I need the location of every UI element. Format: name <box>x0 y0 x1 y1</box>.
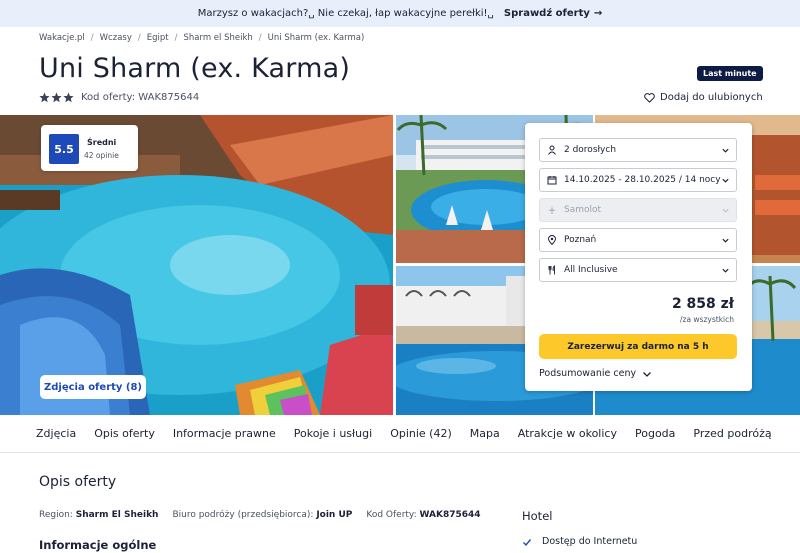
code-value: WAK875644 <box>419 510 481 520</box>
offer-photos-button[interactable]: Zdjęcia oferty (8) <box>40 375 146 399</box>
page-title: Uni Sharm (ex. Karma) <box>39 53 351 84</box>
tab-rooms-services[interactable]: Pokoje i usługi <box>294 427 372 440</box>
breadcrumb-separator: / <box>258 33 262 43</box>
add-to-favorites-label: Dodaj do ulubionych <box>660 92 763 103</box>
hotel-stars <box>39 92 74 103</box>
rating-card[interactable]: 5.5 Średni 42 opinie <box>41 125 138 171</box>
region-info: Region: Sharm El Sheikh <box>39 510 158 520</box>
tab-legal-info[interactable]: Informacje prawne <box>173 427 276 440</box>
board-select[interactable]: All Inclusive <box>539 258 737 282</box>
chevron-down-icon <box>722 238 729 243</box>
travelers-select[interactable]: 2 dorosłych <box>539 138 737 162</box>
dates-select[interactable]: 14.10.2025 - 28.10.2025 / 14 nocy <box>539 168 737 192</box>
region-value: Sharm El Sheikh <box>75 510 159 520</box>
heart-icon <box>644 92 655 103</box>
travelers-value: 2 dorosłych <box>564 145 617 155</box>
book-button[interactable]: Zarezerwuj za darmo na 5 h <box>539 334 737 359</box>
breadcrumb-separator: / <box>174 33 178 43</box>
promo-message: Marzysz o wakacjach?␣ Nie czekaj, łap wa… <box>197 8 494 19</box>
offer-description-title: Opis oferty <box>39 474 117 490</box>
breadcrumb-item-home[interactable]: Wakacje.pl <box>39 33 85 43</box>
arrow-right-icon: → <box>593 8 603 19</box>
operator-value: Join UP <box>316 510 353 520</box>
star-icon <box>51 92 62 103</box>
price-summary-label: Podsumowanie ceny <box>539 368 637 379</box>
board-value: All Inclusive <box>564 265 618 275</box>
plane-icon <box>546 204 558 216</box>
section-tabs: Zdjęcia Opis oferty Informacje prawne Po… <box>0 415 800 453</box>
operator-info: Biuro podróży (przedsiębiorca): Join UP <box>172 510 352 520</box>
breadcrumb-item-wczasy[interactable]: Wczasy <box>100 33 132 43</box>
offer-meta: Region: Sharm El Sheikh Biuro podróży (p… <box>39 510 481 520</box>
add-to-favorites-button[interactable]: Dodaj do ulubionych <box>644 92 763 103</box>
tab-photos[interactable]: Zdjęcia <box>36 427 76 440</box>
breadcrumb-separator: / <box>137 33 141 43</box>
calendar-icon <box>546 174 558 186</box>
tab-before-trip[interactable]: Przed podróżą <box>693 427 771 440</box>
code-label: Kod Oferty: <box>366 510 417 520</box>
departure-select[interactable]: Poznań <box>539 228 737 252</box>
rating-count: 42 opinie <box>84 151 119 160</box>
region-label: Region: <box>39 510 73 520</box>
chevron-down-icon <box>722 178 729 183</box>
departure-value: Poznań <box>564 235 597 245</box>
amenity-label: Dostęp do Internetu <box>542 536 638 547</box>
location-pin-icon <box>546 234 558 246</box>
amenity-item: Dostęp do Internetu <box>522 536 637 547</box>
tab-map[interactable]: Mapa <box>470 427 500 440</box>
tab-reviews[interactable]: Opinie (42) <box>390 427 452 440</box>
operator-label: Biuro podróży (przedsiębiorca): <box>172 510 314 520</box>
dates-value: 14.10.2025 - 28.10.2025 / 14 nocy <box>564 175 721 185</box>
booking-panel: 2 dorosłych 14.10.2025 - 28.10.2025 / 14… <box>525 123 752 391</box>
star-icon <box>63 92 74 103</box>
star-icon <box>39 92 50 103</box>
breadcrumb-item-region[interactable]: Sharm el Sheikh <box>183 33 252 43</box>
transport-select: Samolot <box>539 198 737 222</box>
price-note: /za wszystkich <box>679 315 734 324</box>
chevron-down-icon <box>722 208 729 213</box>
breadcrumb-separator: / <box>90 33 94 43</box>
person-icon <box>546 144 558 156</box>
cutlery-icon <box>546 264 558 276</box>
total-price: 2 858 zł <box>671 296 734 312</box>
hotel-features-title: Hotel <box>522 509 553 523</box>
general-info-title: Informacje ogólne <box>39 538 157 552</box>
chevron-down-icon <box>643 371 652 377</box>
chevron-down-icon <box>722 268 729 273</box>
rating-score: 5.5 <box>49 134 79 164</box>
rating-label: Średni <box>87 138 117 147</box>
transport-value: Samolot <box>564 205 602 215</box>
promo-bar[interactable]: Marzysz o wakacjach?␣ Nie czekaj, łap wa… <box>0 0 800 27</box>
breadcrumb: Wakacje.pl / Wczasy / Egipt / Sharm el Shei… <box>39 33 364 43</box>
offer-code: Kod oferty: WAK875644 <box>81 92 200 103</box>
tab-attractions[interactable]: Atrakcje w okolicy <box>518 427 617 440</box>
checkmark-icon <box>523 538 532 546</box>
code-info: Kod Oferty: WAK875644 <box>366 510 480 520</box>
promo-cta-link[interactable]: Sprawdź oferty <box>504 8 590 19</box>
price-summary-toggle[interactable]: Podsumowanie ceny <box>539 368 652 379</box>
breadcrumb-item-country[interactable]: Egipt <box>147 33 169 43</box>
chevron-down-icon <box>722 148 729 153</box>
last-minute-badge: Last minute <box>697 66 763 81</box>
tab-offer-description[interactable]: Opis oferty <box>94 427 155 440</box>
breadcrumb-item-current: Uni Sharm (ex. Karma) <box>267 33 365 43</box>
tab-weather[interactable]: Pogoda <box>635 427 675 440</box>
